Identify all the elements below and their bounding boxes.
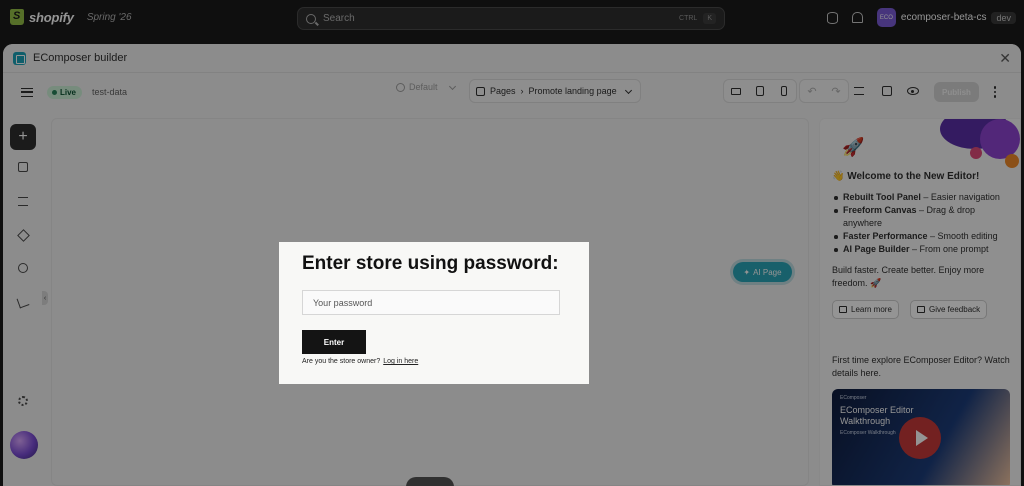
owner-prompt: Are you the store owner? Log in here [302, 358, 418, 365]
login-link[interactable]: Log in here [383, 358, 418, 365]
password-dialog: Enter store using password: Enter Are yo… [279, 242, 589, 384]
password-dialog-title: Enter store using password: [302, 253, 559, 274]
password-input[interactable] [302, 290, 560, 315]
enter-button[interactable]: Enter [302, 330, 366, 354]
bottom-drawer-handle[interactable] [406, 477, 454, 486]
owner-text: Are you the store owner? [302, 358, 381, 365]
